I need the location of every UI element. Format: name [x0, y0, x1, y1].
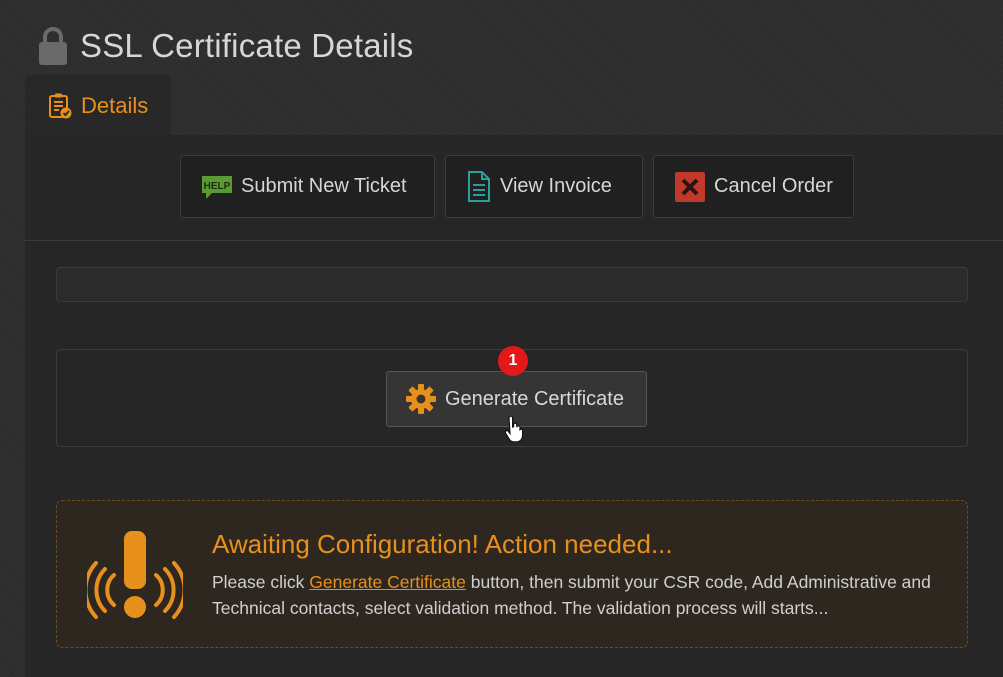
status-bar: [56, 267, 968, 302]
page-header: SSL Certificate Details: [38, 24, 414, 68]
alert-title: Awaiting Configuration! Action needed...: [212, 529, 673, 559]
awaiting-configuration-alert: Awaiting Configuration! Action needed...…: [56, 500, 968, 648]
svg-text:HELP: HELP: [204, 181, 231, 192]
submit-ticket-label: Submit New Ticket: [241, 175, 407, 197]
alert-text: Please click Generate Certificate button…: [212, 569, 952, 621]
cancel-x-icon: [675, 171, 705, 202]
page-title: SSL Certificate Details: [80, 27, 414, 64]
tab-details-label: Details: [81, 92, 149, 118]
submit-ticket-button[interactable]: HELP Submit New Ticket: [180, 155, 435, 218]
generate-certificate-label: Generate Certificate: [445, 387, 624, 410]
view-invoice-button[interactable]: View Invoice: [445, 155, 643, 218]
step-badge: 1: [498, 346, 528, 376]
tab-details[interactable]: Details: [25, 75, 171, 136]
alert-exclamation-icon: [87, 531, 183, 619]
generate-certificate-link[interactable]: Generate Certificate: [309, 572, 466, 592]
view-invoice-label: View Invoice: [500, 175, 612, 197]
details-panel: HELP Submit New Ticket View Invoice Canc…: [25, 135, 1003, 677]
help-icon: HELP: [202, 175, 232, 199]
action-toolbar: HELP Submit New Ticket View Invoice Canc…: [25, 135, 1003, 241]
alert-text-before: Please click: [212, 572, 310, 592]
document-icon: [468, 170, 490, 202]
hand-cursor-icon: [504, 416, 523, 442]
clipboard-check-icon: [49, 93, 72, 118]
cancel-order-label: Cancel Order: [714, 175, 833, 197]
lock-icon: [39, 27, 67, 65]
cancel-order-button[interactable]: Cancel Order: [653, 155, 854, 218]
gear-icon: [406, 384, 436, 414]
